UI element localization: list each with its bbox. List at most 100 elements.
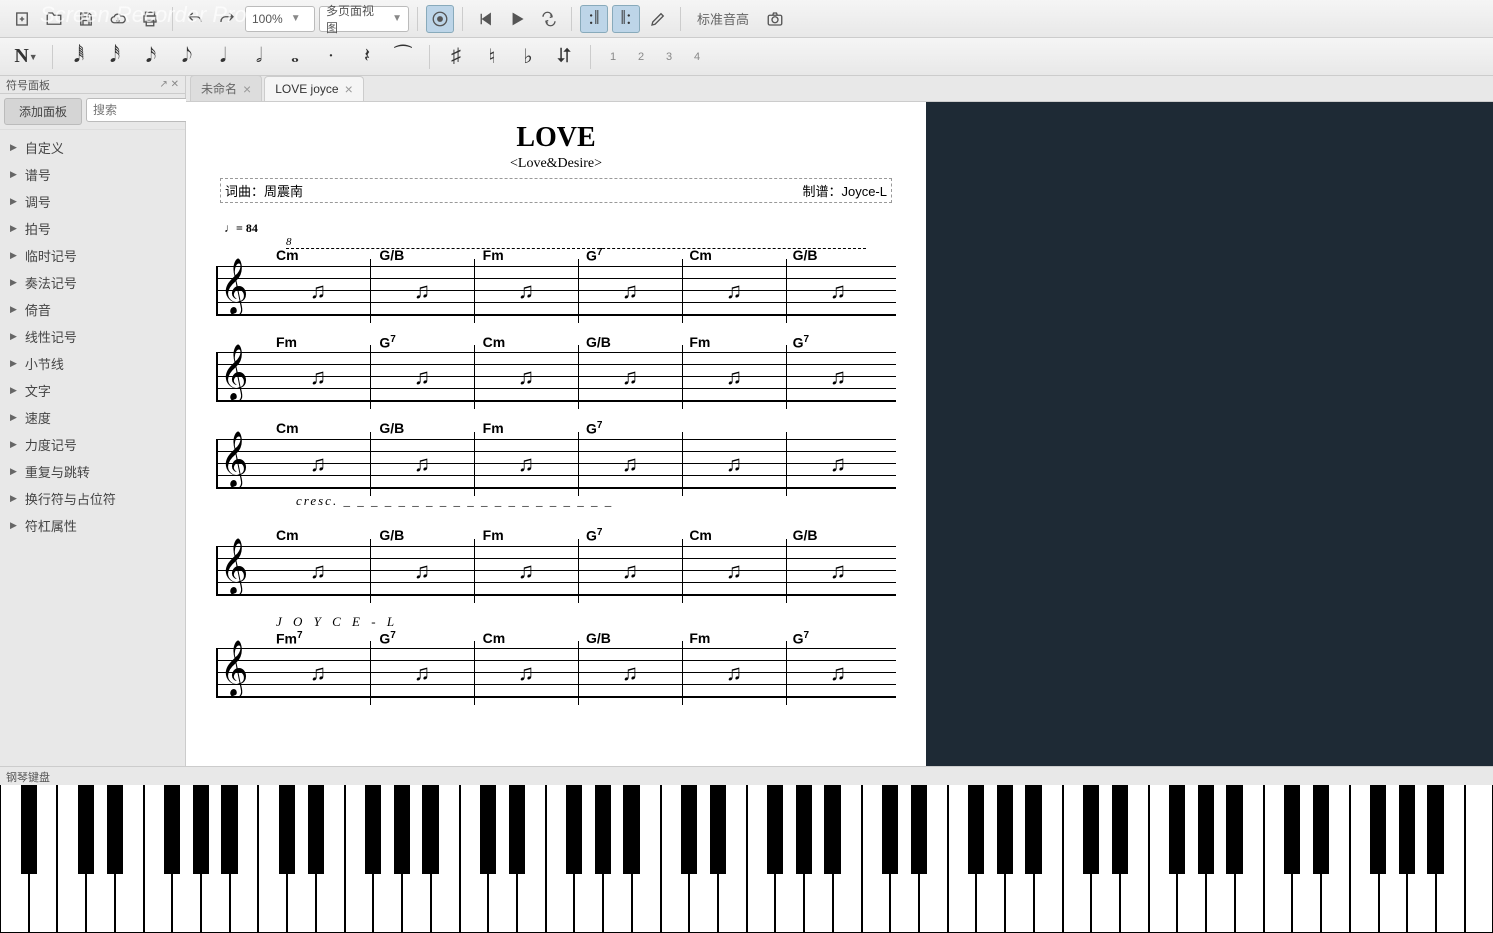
repeat-end-button[interactable]: ‖: — [612, 5, 640, 33]
32nd-note-button[interactable]: 𝅘𝅥𝅰 — [101, 43, 129, 71]
black-key[interactable] — [566, 785, 582, 874]
natural-button[interactable]: ♮ — [478, 43, 506, 71]
black-key[interactable] — [911, 785, 927, 874]
measure[interactable] — [266, 259, 370, 323]
measure[interactable] — [266, 539, 370, 603]
tie-button[interactable]: ⁀ — [389, 43, 417, 71]
measure[interactable] — [786, 539, 890, 603]
measure[interactable] — [370, 432, 474, 496]
dot-button[interactable]: · — [317, 43, 345, 71]
measure[interactable] — [370, 641, 474, 705]
black-key[interactable] — [1169, 785, 1185, 874]
voice-2-button[interactable]: 2 — [631, 47, 651, 67]
palette-item[interactable]: ▶符杠属性 — [0, 512, 185, 539]
black-key[interactable] — [21, 785, 37, 874]
measure[interactable] — [578, 539, 682, 603]
staff-system[interactable]: ♩= 848CmG/BFmG7CmG/B𝄞 — [216, 221, 896, 316]
measure[interactable] — [578, 641, 682, 705]
black-key[interactable] — [1370, 785, 1386, 874]
staff-system[interactable]: J O Y C E - LFm7G7CmG/BFmG7𝄞 — [216, 614, 896, 699]
voice-1-button[interactable]: 1 — [603, 47, 623, 67]
black-key[interactable] — [968, 785, 984, 874]
black-key[interactable] — [1083, 785, 1099, 874]
measure[interactable] — [786, 259, 890, 323]
black-key[interactable] — [279, 785, 295, 874]
palette-item[interactable]: ▶拍号 — [0, 215, 185, 242]
panel-controls[interactable]: ↗ ✕ — [159, 79, 179, 90]
black-key[interactable] — [78, 785, 94, 874]
black-key[interactable] — [1399, 785, 1415, 874]
measure[interactable] — [474, 259, 578, 323]
redo-button[interactable] — [213, 5, 241, 33]
view-mode-combo[interactable]: 多页面视图▼ — [319, 6, 409, 32]
document-tab[interactable]: 未命名× — [190, 75, 262, 101]
staff-system[interactable]: CmG/BFmG7CmG/B𝄞 — [216, 527, 896, 596]
palette-item[interactable]: ▶重复与跳转 — [0, 458, 185, 485]
measure[interactable] — [474, 641, 578, 705]
black-key[interactable] — [509, 785, 525, 874]
camera-button[interactable] — [761, 5, 789, 33]
measure[interactable] — [474, 539, 578, 603]
palette-item[interactable]: ▶奏法记号 — [0, 269, 185, 296]
black-key[interactable] — [221, 785, 237, 874]
document-tab[interactable]: LOVE joyce× — [264, 76, 364, 101]
black-key[interactable] — [1112, 785, 1128, 874]
score-credits[interactable]: 词曲：周震南 制谱：Joyce-L — [220, 178, 892, 203]
open-file-button[interactable] — [40, 5, 68, 33]
black-key[interactable] — [1313, 785, 1329, 874]
quarter-note-button[interactable]: 𝅘𝅥 — [209, 43, 237, 71]
staff[interactable]: 𝄞 — [216, 266, 896, 316]
measure[interactable] — [786, 345, 890, 409]
palette-item[interactable]: ▶自定义 — [0, 134, 185, 161]
voice-3-button[interactable]: 3 — [659, 47, 679, 67]
black-key[interactable] — [193, 785, 209, 874]
cloud-button[interactable] — [104, 5, 132, 33]
score-viewport[interactable]: LOVE <Love&Desire> 词曲：周震南 制谱：Joyce-L ♩= … — [186, 102, 926, 766]
voice-4-button[interactable]: 4 — [687, 47, 707, 67]
black-key[interactable] — [681, 785, 697, 874]
note-input-button[interactable]: N▼ — [12, 43, 40, 71]
palette-item[interactable]: ▶文字 — [0, 377, 185, 404]
measure[interactable] — [474, 345, 578, 409]
staff-system[interactable]: CmG/BFmG7𝄞cresc. _ _ _ _ _ _ _ _ _ _ _ _… — [216, 420, 896, 509]
16th-note-button[interactable]: 𝅘𝅥𝅯 — [137, 43, 165, 71]
play-button[interactable] — [503, 5, 531, 33]
black-key[interactable] — [767, 785, 783, 874]
measure[interactable] — [370, 259, 474, 323]
half-note-button[interactable]: 𝅗𝅥 — [245, 43, 273, 71]
black-key[interactable] — [882, 785, 898, 874]
palette-item[interactable]: ▶调号 — [0, 188, 185, 215]
black-key[interactable] — [1025, 785, 1041, 874]
whole-note-button[interactable]: 𝅝 — [281, 43, 309, 71]
measure[interactable] — [682, 641, 786, 705]
zoom-combo[interactable]: 100%▼ — [245, 6, 315, 32]
64th-note-button[interactable]: 𝅘𝅥𝅱 — [65, 43, 93, 71]
black-key[interactable] — [164, 785, 180, 874]
palette-item[interactable]: ▶小节线 — [0, 350, 185, 377]
palette-item[interactable]: ▶换行符与占位符 — [0, 485, 185, 512]
measure[interactable] — [578, 345, 682, 409]
palette-item[interactable]: ▶力度记号 — [0, 431, 185, 458]
measure[interactable] — [266, 641, 370, 705]
score-title[interactable]: LOVE — [216, 122, 896, 154]
measure[interactable] — [578, 432, 682, 496]
score-subtitle[interactable]: <Love&Desire> — [216, 156, 896, 172]
staff[interactable]: 𝄞 — [216, 648, 896, 698]
measure[interactable] — [786, 432, 890, 496]
undo-button[interactable] — [181, 5, 209, 33]
measure[interactable] — [370, 539, 474, 603]
black-key[interactable] — [1427, 785, 1443, 874]
black-key[interactable] — [796, 785, 812, 874]
measure[interactable] — [682, 539, 786, 603]
new-file-button[interactable] — [8, 5, 36, 33]
measure[interactable] — [682, 345, 786, 409]
black-key[interactable] — [365, 785, 381, 874]
flat-button[interactable]: ♭ — [514, 43, 542, 71]
palette-item[interactable]: ▶速度 — [0, 404, 185, 431]
palette-item[interactable]: ▶倚音 — [0, 296, 185, 323]
black-key[interactable] — [422, 785, 438, 874]
measure[interactable] — [786, 641, 890, 705]
black-key[interactable] — [480, 785, 496, 874]
tab-close-button[interactable]: × — [345, 81, 353, 97]
measure[interactable] — [474, 432, 578, 496]
